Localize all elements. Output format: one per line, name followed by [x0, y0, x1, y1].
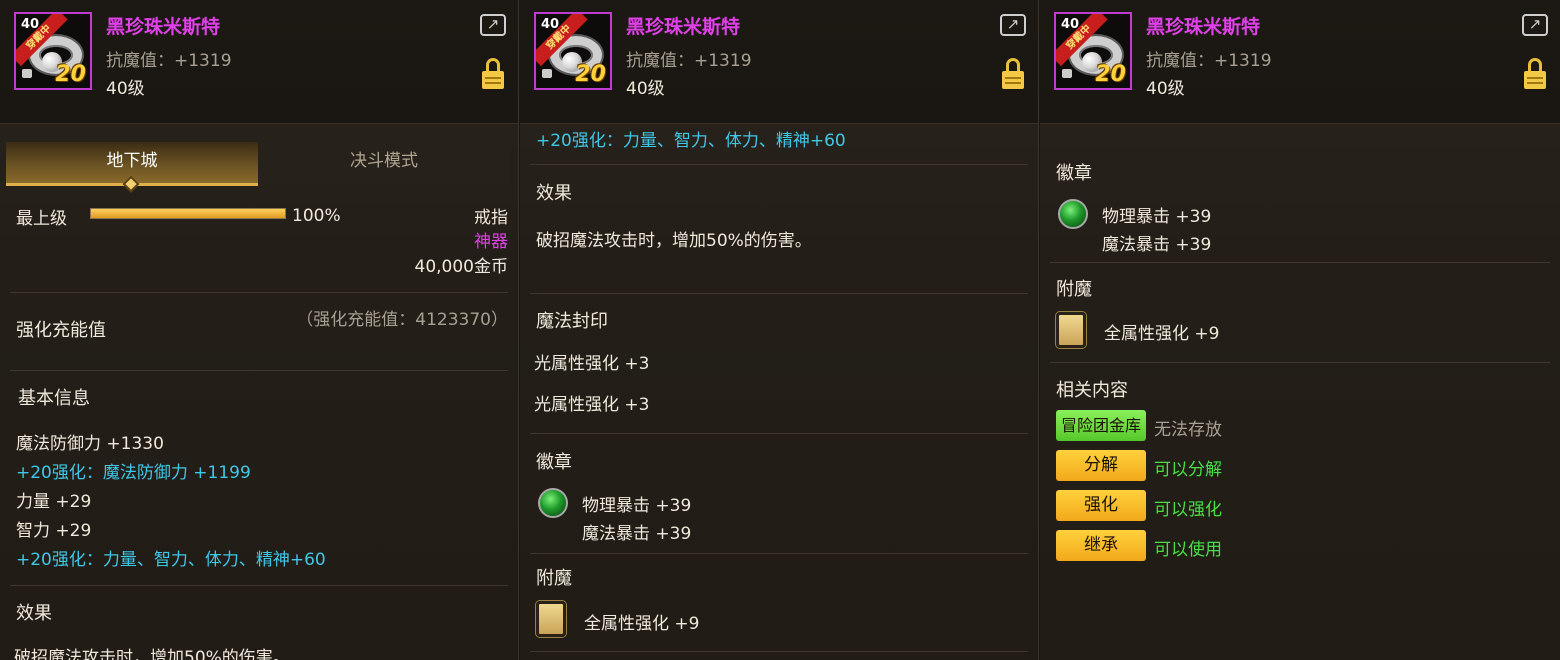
tooltip-panel-1: 40 穿戴中 20 黑珍珠米斯特 抗魔值：+1319 40级 ↗ 地下城 决斗模…	[0, 0, 519, 660]
grade-percent: 100%	[292, 206, 341, 226]
charge-value: （强化充能值：4123370）	[296, 310, 508, 330]
divider	[530, 433, 1028, 434]
basic-line: +20强化：魔法防御力 +1199	[16, 463, 251, 483]
divider	[530, 293, 1028, 294]
share-icon[interactable]: ↗	[1000, 14, 1026, 36]
item-name: 黑珍珠米斯特	[626, 16, 741, 38]
divider	[10, 370, 508, 371]
padlock-icon[interactable]	[482, 58, 504, 90]
item-header: 40 穿戴中 20 黑珍珠米斯特 抗魔值：+1319 40级 ↗	[1040, 0, 1560, 124]
basic-line: 魔法防御力 +1330	[16, 434, 164, 454]
item-price: 40,000金币	[414, 257, 508, 277]
grade-bar	[90, 208, 286, 219]
green-emblem-icon	[1058, 199, 1088, 229]
emblem-title: 徽章	[536, 452, 572, 473]
item-header: 40 穿戴中 20 黑珍珠米斯特 抗魔值：+1319 40级 ↗	[0, 0, 518, 124]
item-stat: 抗魔值：+1319	[106, 51, 232, 71]
green-emblem-icon	[538, 488, 568, 518]
enchant-title: 附魔	[536, 568, 572, 589]
enhance-line: +20强化：力量、智力、体力、精神+60	[536, 131, 846, 151]
divider	[10, 585, 508, 586]
small-lock-icon	[1062, 69, 1072, 78]
emblem-line: 物理暴击 +39	[582, 496, 692, 516]
item-rarity: 神器	[474, 232, 508, 252]
divider	[1050, 362, 1550, 363]
enhance-status: 可以强化	[1154, 500, 1222, 520]
item-name: 黑珍珠米斯特	[106, 16, 221, 38]
small-lock-icon	[542, 69, 552, 78]
related-title: 相关内容	[1056, 380, 1128, 401]
emblem-line: 魔法暴击 +39	[1102, 235, 1212, 255]
item-stat: 抗魔值：+1319	[1146, 51, 1272, 71]
grade-label: 最上级	[16, 209, 67, 229]
share-icon[interactable]: ↗	[1522, 14, 1548, 36]
ring-item-icon[interactable]: 40 穿戴中 20	[534, 12, 612, 90]
divider	[530, 553, 1028, 554]
item-stat: 抗魔值：+1319	[626, 51, 752, 71]
effect-text: 破招魔法攻击时，增加50%的伤害。	[14, 648, 290, 660]
mode-tabs: 地下城 决斗模式	[6, 142, 512, 193]
charge-label: 强化充能值	[16, 320, 106, 341]
ring-item-icon[interactable]: 40 穿戴中 20	[14, 12, 92, 90]
enhance-level: 20	[1095, 62, 1126, 87]
small-lock-icon	[22, 69, 32, 78]
inherit-button[interactable]: 继承	[1056, 530, 1146, 561]
basic-line: 智力 +29	[16, 521, 92, 541]
grade-bar-fill	[91, 209, 285, 218]
ring-item-icon[interactable]: 40 穿戴中 20	[1054, 12, 1132, 90]
divider	[1050, 262, 1550, 263]
enchant-card-icon	[536, 601, 566, 637]
inherit-status: 可以使用	[1154, 540, 1222, 560]
item-header: 40 穿戴中 20 黑珍珠米斯特 抗魔值：+1319 40级 ↗	[520, 0, 1038, 124]
enchant-line: 全属性强化 +9	[584, 614, 700, 634]
item-level: 40级	[626, 79, 665, 99]
tooltip-panel-3: 40 穿戴中 20 黑珍珠米斯特 抗魔值：+1319 40级 ↗ 徽章 物理暴击…	[1040, 0, 1560, 660]
enchant-title: 附魔	[1056, 279, 1092, 300]
tooltip-panel-2: 40 穿戴中 20 黑珍珠米斯特 抗魔值：+1319 40级 ↗ +20强化：力…	[520, 0, 1039, 660]
share-icon[interactable]: ↗	[480, 14, 506, 36]
basic-info-title: 基本信息	[18, 388, 90, 409]
divider	[530, 651, 1028, 652]
tab-duel[interactable]: 决斗模式	[258, 142, 510, 186]
storage-button[interactable]: 冒险团金库	[1056, 410, 1146, 441]
item-level: 40级	[106, 79, 145, 99]
item-type: 戒指	[474, 208, 508, 228]
effect-title: 效果	[16, 603, 52, 624]
emblem-title: 徽章	[1056, 163, 1092, 184]
item-level: 40级	[1146, 79, 1185, 99]
enchant-card-icon	[1056, 312, 1086, 348]
divider	[10, 292, 508, 293]
basic-line: 力量 +29	[16, 492, 92, 512]
seal-line: 光属性强化 +3	[534, 354, 650, 374]
effect-title: 效果	[536, 183, 572, 204]
enhance-button[interactable]: 强化	[1056, 490, 1146, 521]
padlock-icon[interactable]	[1524, 58, 1546, 90]
disassemble-button[interactable]: 分解	[1056, 450, 1146, 481]
storage-status: 无法存放	[1154, 420, 1222, 440]
effect-text: 破招魔法攻击时，增加50%的伤害。	[536, 231, 812, 251]
item-name: 黑珍珠米斯特	[1146, 16, 1261, 38]
divider	[530, 164, 1028, 165]
padlock-icon[interactable]	[1002, 58, 1024, 90]
emblem-line: 魔法暴击 +39	[582, 524, 692, 544]
enhance-level: 20	[55, 62, 86, 87]
basic-line: +20强化：力量、智力、体力、精神+60	[16, 550, 326, 570]
disassemble-status: 可以分解	[1154, 460, 1222, 480]
seal-title: 魔法封印	[536, 311, 608, 332]
enhance-level: 20	[575, 62, 606, 87]
enchant-line: 全属性强化 +9	[1104, 324, 1220, 344]
emblem-line: 物理暴击 +39	[1102, 207, 1212, 227]
seal-line: 光属性强化 +3	[534, 395, 650, 415]
